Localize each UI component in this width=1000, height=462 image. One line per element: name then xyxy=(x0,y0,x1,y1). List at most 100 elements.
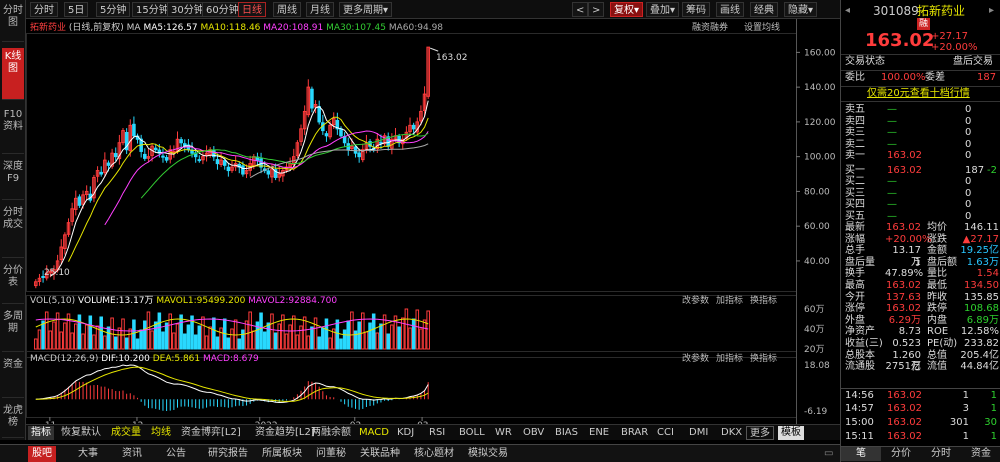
bottom-announcements[interactable]: 公告 xyxy=(162,446,190,462)
sell-price: 163.02 xyxy=(887,150,922,161)
tab-dkx[interactable]: DKX xyxy=(718,426,745,440)
nav-tick-trades[interactable]: 分时成交 xyxy=(2,204,24,258)
nav-multi-period[interactable]: 多周期 xyxy=(2,308,24,352)
left-nav: 分时图 K线图 F10资料 深度F9 分时成交 分价表 多周期 资金 龙虎榜 xyxy=(0,0,26,440)
tab-dmi[interactable]: DMI xyxy=(686,426,711,440)
vol-tick-label: 20万 xyxy=(804,345,824,355)
promo-row[interactable]: 仅需20元查看十档行情 xyxy=(841,86,1000,102)
bottom-sim-trade[interactable]: 模拟交易 xyxy=(464,446,512,462)
tab-margin-balance[interactable]: 两融余额 xyxy=(308,426,354,440)
promo-link[interactable]: 仅需20元查看十档行情 xyxy=(867,87,970,101)
stat-value: 137.63 xyxy=(886,291,921,303)
margin-trading-link[interactable]: 融资融券 xyxy=(692,22,728,34)
macd-edit-params[interactable]: 改参数 xyxy=(682,353,709,365)
bottom-events[interactable]: 大事 xyxy=(74,446,102,462)
prev-arrow[interactable]: < xyxy=(572,2,589,17)
tab-template[interactable]: 模板 xyxy=(778,426,804,440)
bottom-ask-secretary[interactable]: 问董秘 xyxy=(312,446,350,462)
tick-count: 30 xyxy=(984,417,997,428)
sell-volume: 0 xyxy=(965,150,972,161)
panel-tab-capital[interactable]: 资金 xyxy=(961,447,1000,461)
volume-bar xyxy=(244,320,249,350)
panel-tab-price[interactable]: 分价 xyxy=(881,447,921,461)
period-more[interactable]: 更多周期▾ xyxy=(339,2,393,17)
hide-button[interactable]: 隐藏▾ xyxy=(784,2,818,17)
classic-button[interactable]: 经典 xyxy=(750,2,778,17)
vol-switch-indicator[interactable]: 换指标 xyxy=(750,295,777,307)
volume-bar xyxy=(113,336,118,350)
chips-button[interactable]: 筹码 xyxy=(682,2,710,17)
bottom-related[interactable]: 关联品种 xyxy=(356,446,404,462)
period-intraday[interactable]: 分时 xyxy=(30,2,58,17)
volume-bar xyxy=(37,329,42,350)
volume-bar xyxy=(34,338,38,350)
macd-add-indicator[interactable]: 加指标 xyxy=(716,353,743,365)
bottom-news[interactable]: 资讯 xyxy=(118,446,146,462)
macd-switch-indicator[interactable]: 换指标 xyxy=(750,353,777,365)
macd-name: MACD(12,26,9) xyxy=(30,354,99,364)
next-arrow[interactable]: > xyxy=(588,2,605,17)
overlay-button[interactable]: 叠加▾ xyxy=(646,2,680,17)
adjust-button[interactable]: 复权▾ xyxy=(610,2,644,17)
period-5min[interactable]: 5分钟 xyxy=(96,2,131,17)
panel-tab-intraday[interactable]: 分时 xyxy=(921,447,961,461)
tab-bias[interactable]: BIAS xyxy=(552,426,581,440)
tab-indicator[interactable]: 指标 xyxy=(28,426,54,440)
nav-kline[interactable]: K线图 xyxy=(2,48,24,100)
stat-value: 6.89万 xyxy=(966,314,999,326)
tab-kdj[interactable]: KDJ xyxy=(394,426,417,440)
nav-dragon-tiger[interactable]: 龙虎榜 xyxy=(2,402,24,438)
tab-macd[interactable]: MACD xyxy=(356,426,392,440)
volume-bar xyxy=(212,317,216,350)
bottom-guba[interactable]: 股吧 xyxy=(28,446,56,462)
volume-bar xyxy=(84,324,89,350)
stat-value: 0.523 xyxy=(892,338,921,349)
tab-brar[interactable]: BRAR xyxy=(618,426,651,440)
period-more-label: 更多周期 xyxy=(343,5,383,16)
tick-volume: 1 xyxy=(962,431,969,442)
volume-bar xyxy=(153,321,158,350)
tab-more[interactable]: 更多 xyxy=(746,426,774,440)
vol-add-indicator[interactable]: 加指标 xyxy=(716,295,743,307)
panel-tab-trades[interactable]: 笔 xyxy=(841,447,881,461)
ma-settings-link[interactable]: 设置均线 xyxy=(744,22,780,34)
bottom-research[interactable]: 研究报告 xyxy=(204,446,252,462)
nav-f10[interactable]: F10资料 xyxy=(2,106,24,154)
kline-chart[interactable]: 160.00 140.00 120.00 100.00 80.00 60.00 40.00 6… xyxy=(26,19,840,424)
tick-time: 14:56 xyxy=(845,390,874,401)
tab-boll[interactable]: BOLL xyxy=(456,426,488,440)
nav-price-table[interactable]: 分价表 xyxy=(2,262,24,304)
tab-restore-default[interactable]: 恢复默认 xyxy=(58,426,104,440)
volume-bar xyxy=(419,328,423,350)
volume-bar xyxy=(386,333,390,350)
nav-capital[interactable]: 资金 xyxy=(2,356,24,398)
draw-button[interactable]: 画线 xyxy=(716,2,744,17)
tab-wr[interactable]: WR xyxy=(492,426,515,440)
tab-ma[interactable]: 均线 xyxy=(148,426,174,440)
period-monthly[interactable]: 月线 xyxy=(306,2,334,17)
collapse-icon[interactable]: ▭ xyxy=(820,446,837,462)
bottom-themes[interactable]: 核心题材 xyxy=(410,446,458,462)
tab-capital-game[interactable]: 资金博弈[L2] xyxy=(178,426,244,440)
stat-value: 163.02 xyxy=(886,303,921,315)
tab-volume[interactable]: 成交量 xyxy=(108,426,144,440)
period-daily[interactable]: 日线 xyxy=(238,2,266,17)
nav-f9[interactable]: 深度F9 xyxy=(2,158,24,200)
tab-obv[interactable]: OBV xyxy=(520,426,547,440)
bottom-sector[interactable]: 所属板块 xyxy=(258,446,306,462)
vol-tick-label: 40万 xyxy=(804,325,824,335)
candle-body xyxy=(411,124,416,130)
period-60min[interactable]: 60分钟 xyxy=(202,2,243,17)
tab-cci[interactable]: CCI xyxy=(654,426,677,440)
bottom-bar: 股吧 大事 资讯 公告 研究报告 所属板块 问董秘 关联品种 核心题材 模拟交易… xyxy=(0,444,840,462)
sell-row: 卖三 — 0 xyxy=(841,127,1000,139)
period-5day[interactable]: 5日 xyxy=(64,2,89,17)
stat-row: 流通股 2751万 流值 44.84亿 xyxy=(841,361,1000,373)
volume-bar xyxy=(237,338,242,350)
period-weekly[interactable]: 周线 xyxy=(273,2,301,17)
tab-rsi[interactable]: RSI xyxy=(426,426,448,440)
vol-edit-params[interactable]: 改参数 xyxy=(682,295,709,307)
tab-ene[interactable]: ENE xyxy=(586,426,612,440)
high-marker xyxy=(430,47,439,52)
nav-intraday[interactable]: 分时图 xyxy=(2,2,24,42)
